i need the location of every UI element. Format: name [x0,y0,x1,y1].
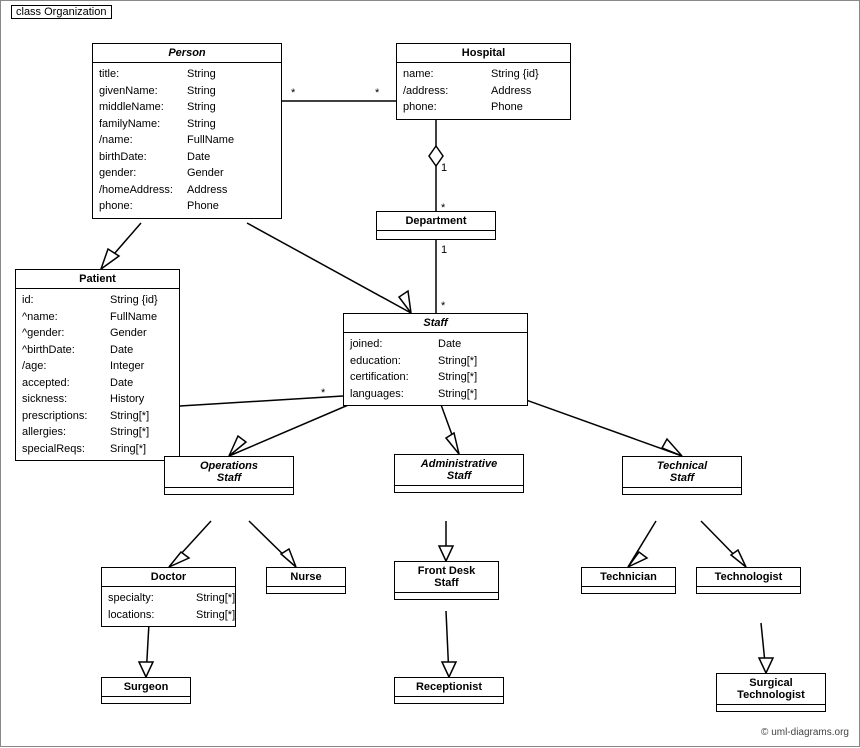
technician-class: Technician [581,567,676,594]
svg-text:1: 1 [441,162,447,174]
diagram-container: class Organization * * 1 * 1 * * [0,0,860,747]
surgical-technologist-header: Surgical Technologist [717,674,825,705]
nurse-class: Nurse [266,567,346,594]
admin-staff-class: Administrative Staff [394,454,524,493]
staff-body: joined:Date education:String[*] certific… [344,333,527,405]
front-desk-staff-header: Front Desk Staff [395,562,498,593]
technical-staff-class: Technical Staff [622,456,742,495]
doctor-body: specialty:String[*] locations:String[*] [102,587,235,626]
front-desk-staff-body [395,593,498,599]
person-class: Person title:String givenName:String mid… [92,43,282,219]
svg-text:1: 1 [441,244,447,256]
operations-staff-body [165,488,293,494]
surgeon-header: Surgeon [102,678,190,697]
copyright: © uml-diagrams.org [761,727,849,738]
department-body [377,231,495,239]
technical-staff-header: Technical Staff [623,457,741,488]
staff-header: Staff [344,314,527,333]
technologist-body [697,587,800,593]
department-header: Department [377,212,495,231]
svg-text:*: * [441,300,446,312]
person-header: Person [93,44,281,63]
svg-text:*: * [321,387,326,399]
surgeon-body [102,697,190,703]
svg-text:*: * [291,87,296,99]
operations-staff-class: Operations Staff [164,456,294,495]
nurse-header: Nurse [267,568,345,587]
patient-header: Patient [16,270,179,289]
patient-body: id:String {id} ^name:FullName ^gender:Ge… [16,289,179,460]
front-desk-staff-class: Front Desk Staff [394,561,499,600]
technologist-class: Technologist [696,567,801,594]
hospital-body: name:String {id} /address:Address phone:… [397,63,570,119]
admin-staff-body [395,486,523,492]
admin-staff-header: Administrative Staff [395,455,523,486]
patient-class: Patient id:String {id} ^name:FullName ^g… [15,269,180,461]
technologist-header: Technologist [697,568,800,587]
doctor-header: Doctor [102,568,235,587]
technician-body [582,587,675,593]
doctor-class: Doctor specialty:String[*] locations:Str… [101,567,236,627]
surgeon-class: Surgeon [101,677,191,704]
hospital-header: Hospital [397,44,570,63]
surgical-technologist-class: Surgical Technologist [716,673,826,712]
operations-staff-header: Operations Staff [165,457,293,488]
technical-staff-body [623,488,741,494]
diagram-title: class Organization [11,5,112,19]
receptionist-class: Receptionist [394,677,504,704]
hospital-class: Hospital name:String {id} /address:Addre… [396,43,571,120]
nurse-body [267,587,345,593]
staff-class: Staff joined:Date education:String[*] ce… [343,313,528,406]
technician-header: Technician [582,568,675,587]
department-class: Department [376,211,496,240]
receptionist-body [395,697,503,703]
person-body: title:String givenName:String middleName… [93,63,281,218]
receptionist-header: Receptionist [395,678,503,697]
surgical-technologist-body [717,705,825,711]
svg-text:*: * [375,87,380,99]
